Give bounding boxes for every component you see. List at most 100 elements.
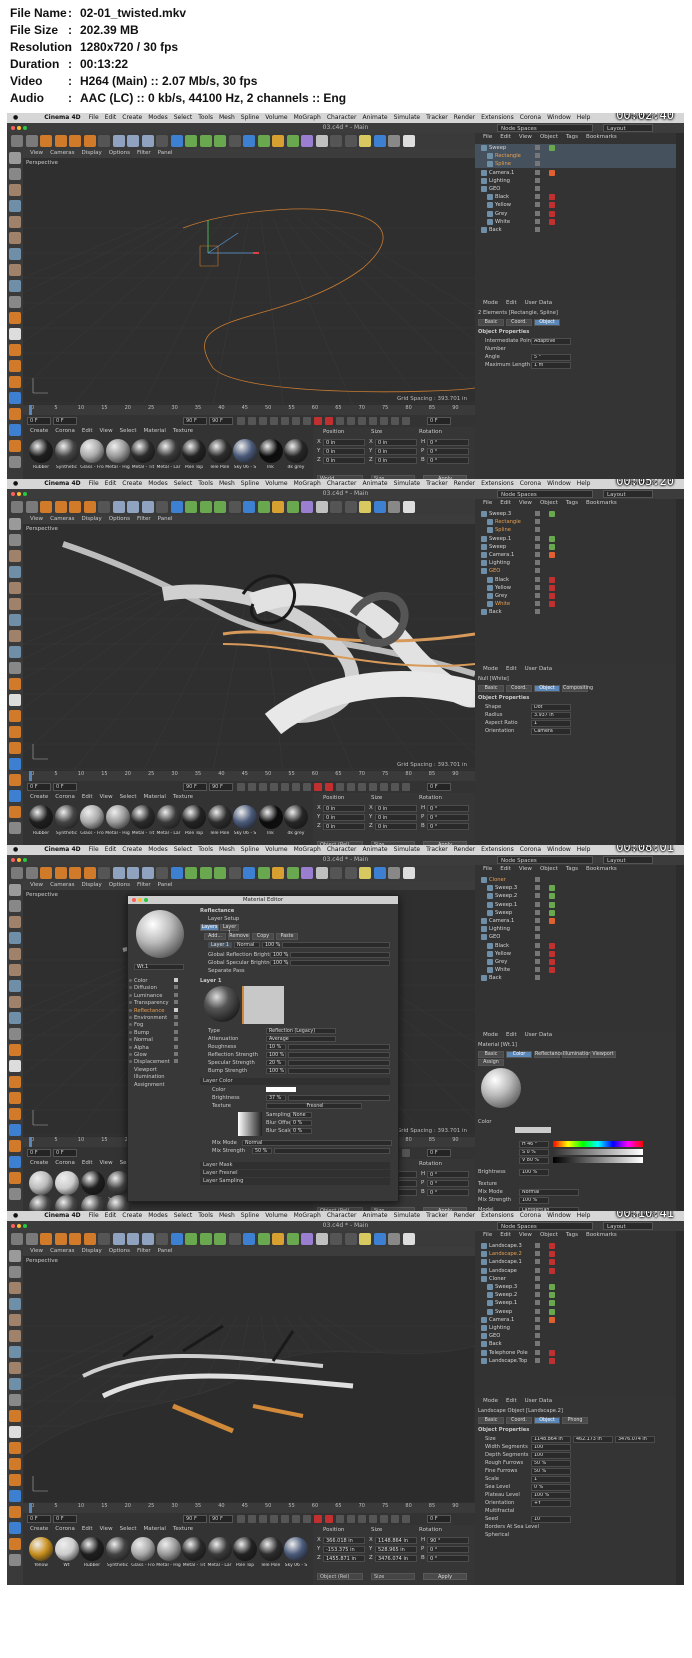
global-refl-field[interactable]: 100 % bbox=[270, 952, 288, 958]
object-tag-icon[interactable] bbox=[549, 1308, 555, 1315]
mode-tool-icon[interactable] bbox=[9, 678, 21, 690]
om-menu-tags[interactable]: Tags bbox=[566, 866, 578, 872]
menu-tracker[interactable]: Tracker bbox=[426, 113, 448, 123]
rotation-x-field[interactable]: 0 ° bbox=[427, 805, 469, 812]
material-swatch[interactable]: Sky 06 - S bbox=[233, 805, 257, 839]
object-row[interactable]: White bbox=[475, 966, 684, 974]
prop-field[interactable]: 100 % bbox=[531, 1492, 571, 1499]
channel-displacement[interactable]: Displacement bbox=[129, 1059, 178, 1065]
record-icon[interactable] bbox=[314, 1515, 322, 1523]
visibility-toggle[interactable] bbox=[535, 186, 540, 191]
undo-icon[interactable] bbox=[11, 867, 23, 879]
om-menu-object[interactable]: Object bbox=[540, 866, 558, 872]
layer-color-section[interactable]: Layer Color bbox=[200, 1078, 390, 1085]
first-frame-icon[interactable] bbox=[237, 417, 245, 425]
layer-tab[interactable]: Layers bbox=[200, 924, 219, 931]
mode-tool-icon[interactable] bbox=[9, 232, 21, 244]
layer-color-swatch[interactable] bbox=[266, 1087, 296, 1092]
rotate-icon[interactable] bbox=[83, 1233, 96, 1245]
visibility-toggle[interactable] bbox=[535, 210, 540, 216]
node-spaces-dropdown[interactable]: Node Spaces bbox=[497, 856, 593, 864]
layout-dropdown[interactable]: Layout bbox=[603, 490, 653, 498]
scale-key-icon[interactable] bbox=[369, 783, 377, 791]
am-menu-user-data[interactable]: User Data bbox=[525, 1398, 552, 1404]
value-slider[interactable] bbox=[553, 1157, 643, 1163]
timeline-ruler[interactable]: 051015202530354045505560657075808590 bbox=[23, 405, 475, 415]
deformer-icon[interactable] bbox=[257, 501, 270, 513]
visibility-toggle[interactable] bbox=[535, 169, 540, 175]
playhead[interactable] bbox=[29, 405, 32, 415]
menu-simulate[interactable]: Simulate bbox=[394, 845, 421, 855]
viewport-menu-cameras[interactable]: Cameras bbox=[50, 882, 74, 888]
separator-icon[interactable] bbox=[156, 1233, 168, 1245]
close-window-icon[interactable] bbox=[11, 1224, 15, 1228]
prev-frame-icon[interactable] bbox=[259, 1515, 267, 1523]
visibility-toggle[interactable] bbox=[535, 959, 540, 964]
menu-character[interactable]: Character bbox=[327, 479, 357, 489]
camera-icon[interactable] bbox=[301, 135, 313, 147]
size-x-field[interactable]: 0 in bbox=[375, 805, 417, 812]
layout-dropdown[interactable]: Layout bbox=[603, 856, 653, 864]
autokey-icon[interactable] bbox=[325, 1515, 333, 1523]
mode-tool-icon[interactable] bbox=[9, 1188, 21, 1200]
channel-assignment[interactable]: Assignment bbox=[134, 1082, 165, 1088]
am-menu-mode[interactable]: Mode bbox=[483, 666, 498, 672]
mode-tool-icon[interactable] bbox=[9, 774, 21, 786]
param-key-icon[interactable] bbox=[380, 783, 388, 791]
live-select-icon[interactable] bbox=[40, 135, 52, 147]
om-menu-bookmarks[interactable]: Bookmarks bbox=[586, 1232, 617, 1238]
y-axis-icon[interactable] bbox=[127, 501, 139, 513]
om-menu-edit[interactable]: Edit bbox=[500, 866, 511, 872]
play-icon[interactable] bbox=[270, 1515, 278, 1523]
material-swatch[interactable]: Wt bbox=[54, 1537, 79, 1571]
am-menu-edit[interactable]: Edit bbox=[506, 300, 517, 306]
channel-enable-checkbox[interactable] bbox=[174, 978, 178, 982]
channel-fog[interactable]: Fog bbox=[129, 1022, 178, 1028]
prop-field[interactable]: 3.937 in bbox=[531, 712, 571, 719]
object-row[interactable]: White bbox=[475, 218, 684, 226]
menu-mesh[interactable]: Mesh bbox=[219, 479, 235, 489]
mode-tool-icon[interactable] bbox=[9, 916, 21, 928]
viewport-menu-filter[interactable]: Filter bbox=[137, 882, 151, 888]
size-x-field[interactable]: 0 in bbox=[375, 439, 417, 446]
attr-tab-object[interactable]: Object bbox=[534, 685, 560, 692]
next-frame-icon[interactable] bbox=[281, 783, 289, 791]
object-row[interactable]: Black bbox=[475, 193, 684, 201]
menu-volume[interactable]: Volume bbox=[265, 113, 287, 123]
prop-field[interactable]: 5 ° bbox=[531, 354, 571, 361]
attr-tab-object[interactable]: Object bbox=[534, 1417, 560, 1424]
object-row[interactable]: Camera.1 bbox=[475, 169, 684, 177]
visibility-toggle[interactable] bbox=[535, 1308, 540, 1314]
snap-icon[interactable] bbox=[359, 501, 371, 513]
mode-tool-icon[interactable] bbox=[9, 376, 21, 388]
channel-enable-checkbox[interactable] bbox=[174, 1007, 178, 1012]
mode-tool-icon[interactable] bbox=[9, 1490, 21, 1502]
position-y-field[interactable]: -153.375 in bbox=[323, 1546, 365, 1553]
param-key-icon[interactable] bbox=[380, 417, 388, 425]
field-icon[interactable] bbox=[272, 135, 284, 147]
playhead[interactable] bbox=[29, 1137, 32, 1147]
next-key-icon[interactable] bbox=[292, 417, 300, 425]
visibility-toggle[interactable] bbox=[535, 1275, 540, 1281]
am-menu-edit[interactable]: Edit bbox=[506, 666, 517, 672]
mode-tool-icon[interactable] bbox=[9, 296, 21, 308]
layer-mix-strength-slider[interactable] bbox=[274, 1148, 390, 1154]
object-tag-icon[interactable] bbox=[549, 552, 555, 558]
camera-icon[interactable] bbox=[301, 1233, 313, 1245]
mat-menu-corona[interactable]: Corona bbox=[55, 1526, 75, 1532]
zoom-window-icon[interactable] bbox=[23, 492, 27, 496]
visibility-toggle[interactable] bbox=[535, 934, 540, 940]
mode-tool-icon[interactable] bbox=[9, 424, 21, 436]
assign-tab[interactable]: Assign bbox=[478, 1059, 504, 1066]
menu-render[interactable]: Render bbox=[454, 845, 475, 855]
material-swatch[interactable]: Ink bbox=[258, 805, 283, 839]
mode-tool-icon[interactable] bbox=[9, 582, 21, 594]
visibility-toggle[interactable] bbox=[535, 1300, 540, 1306]
separator-icon[interactable] bbox=[330, 501, 342, 513]
mat-menu-material[interactable]: Material bbox=[144, 794, 166, 800]
record-icon[interactable] bbox=[314, 783, 322, 791]
am-menu-user-data[interactable]: User Data bbox=[525, 1032, 552, 1038]
bulb-icon[interactable] bbox=[402, 135, 415, 147]
menu-create[interactable]: Create bbox=[122, 113, 142, 123]
visibility-toggle[interactable] bbox=[535, 1267, 540, 1273]
